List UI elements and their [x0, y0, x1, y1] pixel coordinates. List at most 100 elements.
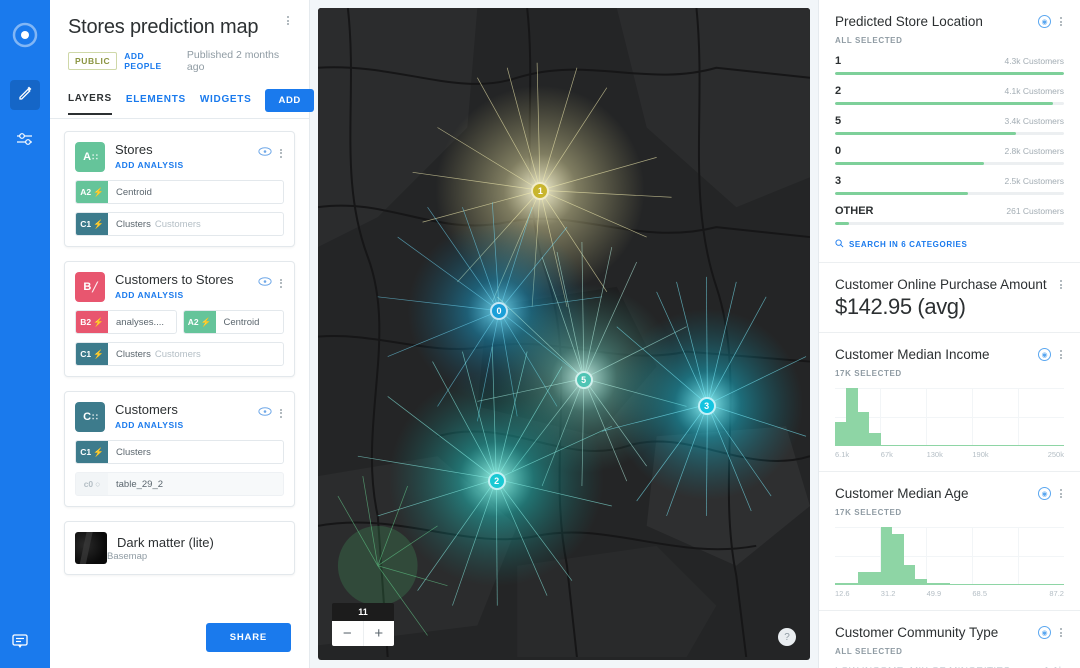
map-canvas[interactable]: 1 0 5 3 2 11 − + ?	[318, 8, 810, 660]
category-bar-fill	[835, 102, 1053, 105]
panel-header: Stores prediction map PUBLIC ADD PEOPLE …	[50, 0, 314, 118]
category-value: 3.4k Customers	[1004, 116, 1064, 126]
layer-field-analyses[interactable]: B2 ⚡ analyses....	[75, 310, 177, 334]
map-marker[interactable]: 3	[697, 396, 716, 415]
zoom-control: 11 − +	[332, 603, 394, 646]
widget-predicted-store-location: Predicted Store Location ◉ ALL SELECTED …	[819, 0, 1080, 263]
histogram-axis: 12.6 31.2 49.9 68.5 87.2	[835, 589, 1064, 598]
map-marker[interactable]: 2	[487, 471, 506, 490]
histogram-bar	[892, 533, 904, 585]
histogram-bar	[960, 445, 973, 446]
map-marker[interactable]: 5	[574, 371, 593, 390]
widget-kebab-icon[interactable]	[1058, 278, 1064, 291]
bolt-icon: ⚡	[200, 316, 212, 327]
category-label: 3	[835, 175, 842, 187]
axis-tick: 49.9	[926, 589, 942, 598]
logo-icon[interactable]	[10, 20, 40, 50]
category-item[interactable]: 0 2.8k Customers	[835, 145, 1064, 165]
filter-drop-icon[interactable]: ◉	[1038, 348, 1051, 361]
category-bar-fill	[835, 162, 984, 165]
histogram-median-age[interactable]	[835, 527, 1065, 585]
category-item[interactable]: 1 4.3k Customers	[835, 55, 1064, 75]
category-bar-track	[835, 102, 1064, 105]
layer-field-clusters[interactable]: C1 ⚡ Clusters	[75, 440, 284, 464]
histogram-bar	[1041, 583, 1053, 585]
tab-layers[interactable]: LAYERS	[68, 93, 112, 115]
layer-card-customers[interactable]: C ∷ Customers ADD ANALYSIS C1 ⚡ Clusters…	[64, 391, 295, 507]
axis-tick: 31.2	[880, 589, 896, 598]
share-button[interactable]: SHARE	[205, 623, 291, 652]
layer-field-clusters[interactable]: C1 ⚡ Clusters Customers	[75, 342, 284, 366]
eye-icon[interactable]	[258, 404, 272, 422]
histogram-bar	[972, 583, 984, 585]
help-button[interactable]: ?	[778, 628, 796, 646]
map-marker[interactable]: 1	[531, 181, 550, 200]
histogram-bar	[1052, 445, 1065, 446]
eye-icon[interactable]	[258, 144, 272, 162]
field-label: table_29_2	[116, 478, 164, 490]
category-bar-track	[835, 72, 1064, 75]
settings-tool-button[interactable]	[10, 126, 40, 156]
widget-kebab-icon[interactable]	[1058, 626, 1064, 639]
layer-field-clusters[interactable]: C1 ⚡ Clusters Customers	[75, 212, 284, 236]
zoom-out-button[interactable]: −	[332, 621, 364, 646]
category-label: OTHER	[835, 205, 874, 217]
layer-kebab-icon[interactable]	[278, 277, 284, 290]
zoom-in-button[interactable]: +	[364, 621, 395, 646]
axis-tick: 87.2	[1049, 589, 1064, 598]
layer-card-stores[interactable]: A ∷ Stores ADD ANALYSIS A2 ⚡ Centroid C1…	[64, 131, 295, 247]
sliders-icon	[16, 131, 34, 152]
tab-widgets[interactable]: WIDGETS	[200, 94, 252, 114]
map-marker[interactable]: 0	[490, 302, 509, 321]
histogram-bar	[972, 445, 984, 446]
layer-kebab-icon[interactable]	[278, 407, 284, 420]
widget-median-age: Customer Median Age ◉ 17K SELECTED 12.6 …	[819, 472, 1080, 611]
edit-tool-button[interactable]	[10, 80, 40, 110]
histogram-bar	[903, 564, 916, 585]
layer-field-centroid[interactable]: A2 ⚡ Centroid	[182, 310, 284, 334]
category-label: 5	[835, 115, 842, 127]
layer-name: Stores	[115, 142, 153, 157]
add-people-link[interactable]: ADD PEOPLE	[124, 51, 180, 71]
tab-elements[interactable]: ELEMENTS	[126, 94, 186, 114]
layer-kebab-icon[interactable]	[278, 147, 284, 160]
left-rail	[0, 0, 50, 668]
category-item[interactable]: 3 2.5k Customers	[835, 175, 1064, 195]
layer-chip-a: A ∷	[75, 142, 105, 172]
field-label: analyses....	[116, 316, 165, 328]
widget-kebab-icon[interactable]	[1058, 348, 1064, 361]
search-categories-link[interactable]: SEARCH IN 6 CATEGORIES	[835, 239, 1064, 250]
field-label: Clusters	[116, 446, 151, 458]
widget-kebab-icon[interactable]	[1058, 15, 1064, 28]
widget-kebab-icon[interactable]	[1058, 487, 1064, 500]
category-item[interactable]: OTHER 261 Customers	[835, 205, 1064, 225]
category-item[interactable]: 5 3.4k Customers	[835, 115, 1064, 135]
layer-field-table[interactable]: c0 ○ table_29_2	[75, 472, 284, 496]
basemap-card[interactable]: Dark matter (lite) Basemap	[64, 521, 295, 575]
add-layer-button[interactable]: ADD	[265, 89, 314, 112]
filter-drop-icon[interactable]: ◉	[1038, 15, 1051, 28]
histogram-median-income[interactable]	[835, 388, 1065, 446]
category-bar-fill	[835, 222, 849, 225]
filter-drop-icon[interactable]: ◉	[1038, 626, 1051, 639]
histogram-bar	[1006, 583, 1019, 585]
add-analysis-link[interactable]: ADD ANALYSIS	[115, 160, 258, 170]
layer-card-customers-to-stores[interactable]: B ╱ Customers to Stores ADD ANALYSIS B2 …	[64, 261, 295, 377]
axis-tick: 250k	[1047, 450, 1064, 459]
category-label: 0	[835, 145, 842, 157]
map-options-kebab-icon[interactable]	[285, 14, 291, 27]
panel-footer: SHARE	[50, 623, 309, 668]
axis-tick: 12.6	[835, 589, 850, 598]
filter-drop-icon[interactable]: ◉	[1038, 487, 1051, 500]
add-analysis-link[interactable]: ADD ANALYSIS	[115, 290, 258, 300]
histogram-bar	[846, 388, 858, 446]
eye-icon[interactable]	[258, 274, 272, 292]
category-value: 2.5k Customers	[1004, 176, 1064, 186]
layer-field-centroid[interactable]: A2 ⚡ Centroid	[75, 180, 284, 204]
histogram-bar	[1052, 583, 1065, 585]
add-analysis-link[interactable]: ADD ANALYSIS	[115, 420, 258, 430]
field-tag: A2 ⚡	[183, 311, 216, 333]
category-bar-track	[835, 222, 1064, 225]
feedback-button[interactable]	[10, 631, 30, 656]
category-item[interactable]: 2 4.1k Customers	[835, 85, 1064, 105]
